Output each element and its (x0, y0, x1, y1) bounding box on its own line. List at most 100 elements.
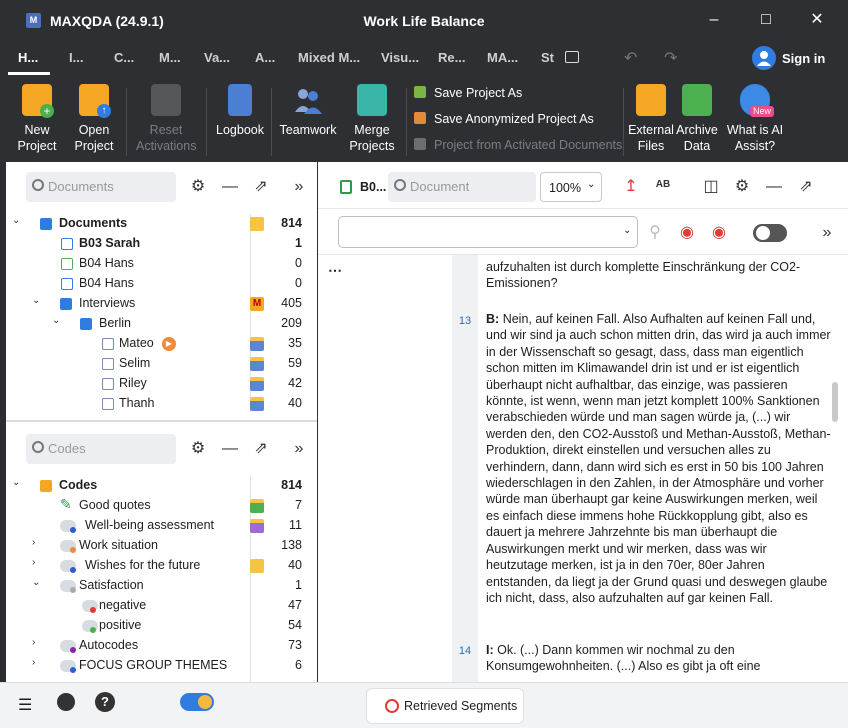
chevron-down-icon[interactable]: ⌄ (32, 577, 40, 588)
undock-icon[interactable]: ⇗ (252, 440, 270, 458)
tab-import[interactable]: I... (69, 50, 83, 65)
tree-row-group[interactable]: ⌄ Berlin 209 (6, 314, 306, 334)
code-select-dropdown[interactable]: ⌄ (338, 216, 638, 248)
tree-row-code[interactable]: › Work situation 138 (6, 536, 306, 556)
paragraph-text[interactable]: aufzuhalten ist durch komplette Einschrä… (486, 259, 831, 293)
minimize-panel-icon[interactable]: — (221, 178, 239, 196)
chevron-right-icon[interactable]: › (32, 657, 35, 668)
paragraph-text[interactable]: I: Ok. (...) Dann kommen wir nochmal zu … (486, 642, 831, 682)
help-icon[interactable]: ? (95, 692, 115, 712)
tab-codes[interactable]: C... (114, 50, 134, 65)
documents-search-input[interactable]: Documents (26, 172, 176, 202)
expand-icon[interactable]: » (818, 224, 836, 242)
tree-row-document[interactable]: B04 Hans 0 (6, 274, 306, 294)
gear-icon[interactable]: ⚙ (189, 178, 207, 196)
paragraph-text[interactable]: B: Nein, auf keinen Fall. Also Aufhalten… (486, 311, 831, 623)
save-project-as-button[interactable]: Save Project As (414, 86, 522, 100)
redo-icon[interactable]: ↷ (664, 48, 677, 68)
toggle-switch[interactable] (753, 224, 787, 242)
chevron-right-icon[interactable]: › (32, 537, 35, 548)
tree-row-code[interactable]: › Wishes for the future 40 (6, 556, 306, 576)
gear-icon[interactable]: ⚙ (733, 178, 751, 196)
split-view-icon[interactable]: ◫ (702, 178, 720, 196)
tree-row-group[interactable]: ⌄ Interviews M 405 (6, 294, 306, 314)
tab-visual-tools[interactable]: Visu... (381, 50, 419, 65)
chevron-down-icon[interactable]: ⌄ (12, 477, 20, 488)
tab-analysis[interactable]: A... (255, 50, 275, 65)
tree-row-code[interactable]: positive 54 (6, 616, 306, 636)
tab-home[interactable]: H... (18, 50, 38, 65)
external-files-button[interactable]: External Files (626, 84, 676, 154)
tab-mixed-methods[interactable]: Mixed M... (298, 50, 360, 65)
code-color-dot (70, 527, 76, 533)
tab-memos[interactable]: M... (159, 50, 181, 65)
export-icon[interactable]: ↥ (622, 178, 640, 196)
tree-row-code[interactable]: › FOCUS GROUP THEMES 6 (6, 656, 306, 676)
ai-assist-button[interactable]: New What is AI Assist? (724, 84, 786, 154)
tree-row-document[interactable]: Riley 42 (6, 374, 306, 394)
tree-row-code[interactable]: › Autocodes 73 (6, 636, 306, 656)
table-icon[interactable] (565, 51, 579, 63)
close-icon[interactable]: ✕ (806, 9, 828, 31)
gear-icon[interactable]: ⚙ (189, 440, 207, 458)
chat-icon[interactable] (57, 693, 75, 711)
scrollbar-thumb[interactable] (832, 382, 838, 422)
project-from-activated-button[interactable]: Project from Activated Documents (414, 138, 622, 152)
tab-stats[interactable]: St (541, 50, 554, 65)
archive-data-button[interactable]: Archive Data (675, 84, 719, 154)
minimize-panel-icon[interactable]: — (221, 440, 239, 458)
document-search-input[interactable]: Document (388, 172, 536, 202)
spellcheck-icon[interactable]: AB (654, 176, 672, 194)
minimize-panel-icon[interactable]: — (765, 178, 783, 196)
tree-row-code[interactable]: Well-being assessment 11 (6, 516, 306, 536)
tree-row-document[interactable]: Selim 59 (6, 354, 306, 374)
tree-row-codes[interactable]: ⌄ Codes 814 (6, 476, 306, 496)
merge-projects-button[interactable]: Merge Projects (344, 84, 400, 154)
more-options-icon[interactable]: ⋯ (328, 262, 342, 279)
teamwork-button[interactable]: Teamwork (279, 84, 337, 138)
document-tab[interactable]: B0... (360, 180, 386, 194)
tree-row-code[interactable]: ⌄ Satisfaction 1 (6, 576, 306, 596)
minimize-icon[interactable]: – (703, 9, 725, 31)
tab-maxdictio[interactable]: MA... (487, 50, 518, 65)
chevron-down-icon[interactable]: ⌄ (32, 295, 40, 306)
pin-icon[interactable]: ⚲ (646, 224, 664, 242)
tree-row-document[interactable]: B03 Sarah 1 (6, 234, 306, 254)
undo-icon[interactable]: ↶ (624, 48, 637, 68)
add-code-icon[interactable]: ◉ (678, 224, 696, 242)
tree-row-document[interactable]: Mateo ▶ 35 (6, 334, 306, 354)
new-project-button[interactable]: + New Project (14, 84, 60, 154)
ai-assist-icon: New (740, 84, 775, 117)
tree-row-documents[interactable]: ⌄ Documents 814 (6, 214, 306, 234)
save-anonymized-button[interactable]: Save Anonymized Project As (414, 112, 594, 126)
settings-sliders-icon[interactable]: ☰ (18, 695, 32, 715)
tab-variables[interactable]: Va... (204, 50, 230, 65)
documents-icon (40, 218, 52, 230)
reset-activations-button[interactable]: Reset Activations (136, 84, 196, 154)
codes-search-input[interactable]: Codes (26, 434, 176, 464)
undock-icon[interactable]: ⇗ (252, 178, 270, 196)
code-system-icon (40, 480, 52, 492)
scrollbar[interactable] (306, 214, 314, 674)
open-project-button[interactable]: ↑ Open Project (68, 84, 120, 154)
tree-row-document[interactable]: B04 Hans 0 (6, 254, 306, 274)
undock-icon[interactable]: ⇗ (797, 178, 815, 196)
tab-reports[interactable]: Re... (438, 50, 465, 65)
chevron-right-icon[interactable]: › (32, 637, 35, 648)
code-with-new-icon[interactable]: ◉ (710, 224, 728, 242)
chevron-down-icon[interactable]: ⌄ (52, 315, 60, 326)
maximize-icon[interactable]: □ (755, 9, 777, 31)
zoom-select[interactable]: 100% ⌄ (540, 172, 602, 202)
mode-toggle[interactable] (180, 693, 214, 711)
expand-icon[interactable]: » (290, 178, 308, 196)
tree-row-code[interactable]: ✎ Good quotes 7 (6, 496, 306, 516)
tree-row-document[interactable]: Thanh 40 (6, 394, 306, 412)
edit-document-icon[interactable] (340, 180, 352, 194)
chevron-right-icon[interactable]: › (32, 557, 35, 568)
play-icon[interactable]: ▶ (162, 337, 176, 351)
retrieved-segments-button[interactable]: Retrieved Segments (366, 688, 524, 724)
tree-row-code[interactable]: negative 47 (6, 596, 306, 616)
logbook-button[interactable]: Logbook (214, 84, 266, 138)
chevron-down-icon[interactable]: ⌄ (12, 215, 20, 226)
panel-divider[interactable] (6, 420, 317, 422)
